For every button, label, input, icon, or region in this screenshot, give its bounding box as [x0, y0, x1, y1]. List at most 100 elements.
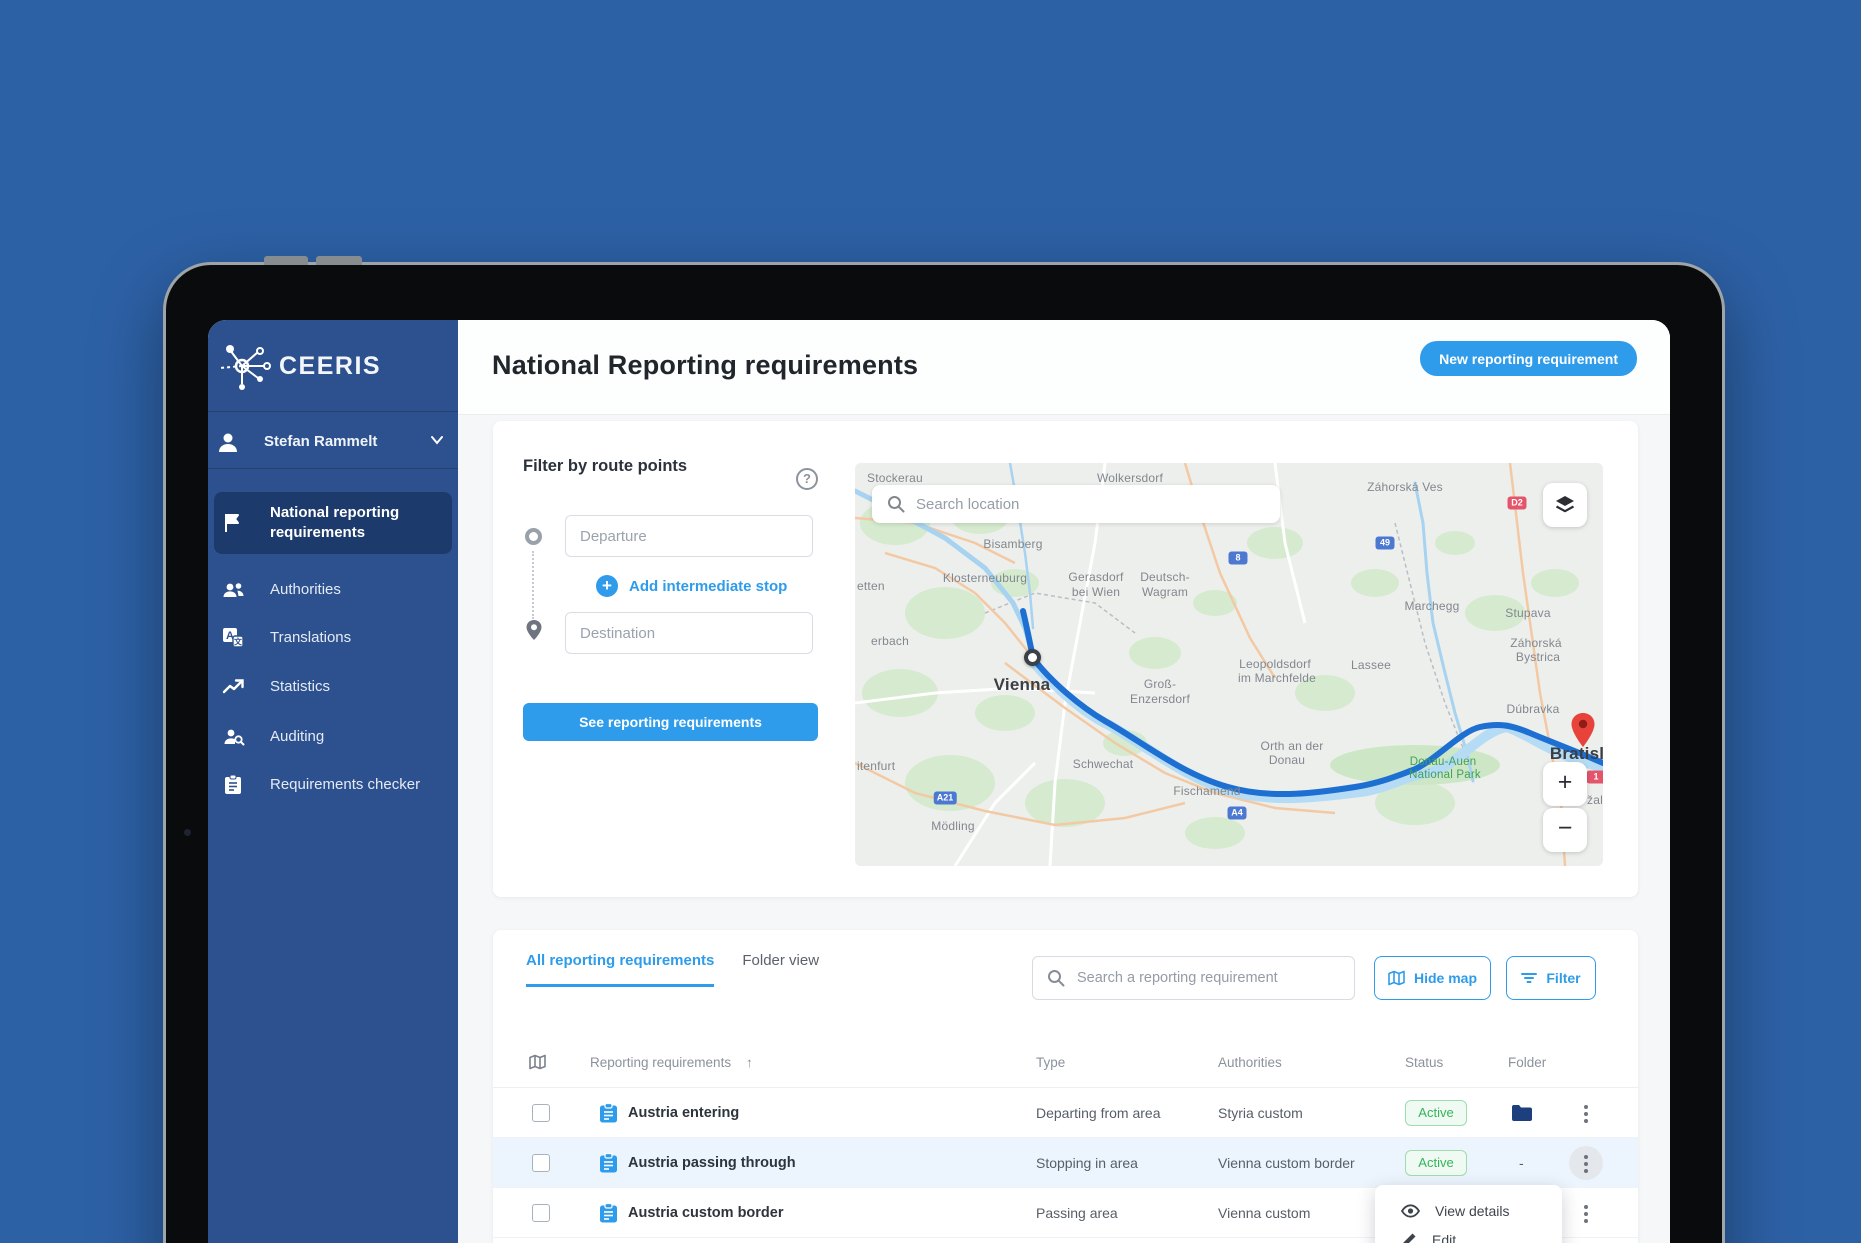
volume-button [264, 256, 308, 265]
translate-icon: A 文 [222, 627, 244, 649]
brand-name: CEERIS [279, 352, 381, 381]
map-search-box[interactable] [872, 485, 1280, 523]
map-label: Orth an der [1261, 739, 1324, 753]
map-label: Fischamend [1173, 784, 1240, 798]
filter-label: Filter [1546, 970, 1580, 986]
menu-item-view-details[interactable]: View details [1375, 1196, 1562, 1225]
new-reporting-requirement-button[interactable]: New reporting requirement [1420, 341, 1637, 376]
filter-button[interactable]: Filter [1506, 956, 1596, 1000]
requirement-icon [599, 1152, 618, 1173]
zoom-in-button[interactable]: + [1543, 762, 1587, 806]
map-label: im Marchfelde [1238, 671, 1316, 685]
requirement-icon [599, 1102, 618, 1123]
map-label: Záhorská [1510, 636, 1562, 650]
ceeris-logo-icon [214, 338, 276, 394]
trend-icon [222, 676, 246, 698]
destination-input[interactable] [565, 612, 813, 654]
map-canvas[interactable]: Stockerau Wolkersdorf Záhorská Ves Bisamber… [855, 463, 1603, 866]
sidebar-item-label: Auditing [270, 728, 324, 745]
hide-map-button[interactable]: Hide map [1374, 956, 1491, 1000]
row-checkbox[interactable] [532, 1154, 550, 1172]
filter-heading: Filter by route points [523, 457, 687, 476]
brand: CEERIS [208, 336, 458, 394]
search-icon [887, 495, 905, 513]
sidebar-item-requirements-checker[interactable]: Requirements checker [214, 765, 452, 805]
map-label: Mödling [931, 819, 974, 833]
map-label: etten [857, 579, 885, 593]
requirement-type: Passing area [1036, 1205, 1118, 1221]
kebab-icon [1584, 1102, 1588, 1126]
row-checkbox[interactable] [532, 1204, 550, 1222]
map-label: Groß- [1144, 677, 1176, 691]
sidebar-item-label: Statistics [270, 678, 330, 695]
departure-point-icon [525, 528, 542, 545]
row-menu-button[interactable] [1569, 1146, 1603, 1180]
sidebar: CEERIS Stefan Rammelt National reporting… [208, 320, 458, 1243]
sidebar-item-auditing[interactable]: Auditing [214, 717, 452, 757]
tab-folder-view[interactable]: Folder view [742, 952, 819, 987]
tab-all-reporting-requirements[interactable]: All reporting requirements [526, 952, 714, 987]
page-title: National Reporting requirements [492, 350, 918, 381]
row-menu-button[interactable] [1569, 1096, 1603, 1130]
sidebar-item-national-reporting[interactable]: National reporting requirements [214, 492, 452, 554]
map-label: Stockerau [867, 471, 923, 485]
requirement-authorities: Vienna custom border [1218, 1155, 1355, 1171]
column-type: Type [1036, 1055, 1065, 1070]
requirement-type: Stopping in area [1036, 1155, 1138, 1171]
zoom-out-button[interactable]: − [1543, 808, 1587, 852]
status-badge: Active [1405, 1150, 1467, 1176]
table-search-input[interactable] [1077, 957, 1345, 999]
column-reporting-requirements[interactable]: Reporting requirements [590, 1055, 731, 1070]
tab-bar: All reporting requirements Folder view [526, 952, 819, 987]
add-intermediate-stop[interactable]: + Add intermediate stop [596, 574, 787, 598]
column-folder: Folder [1508, 1055, 1546, 1070]
sidebar-item-translations[interactable]: A 文 Translations [214, 618, 452, 658]
row-menu-button[interactable] [1569, 1196, 1603, 1230]
map-label: Klosterneuburg [943, 571, 1027, 585]
map-search-input[interactable] [916, 485, 1266, 523]
map-label: Gerasdorf [1068, 570, 1123, 584]
main-content: National Reporting requirements New repo… [458, 320, 1670, 1243]
chevron-down-icon [430, 435, 444, 445]
hide-map-label: Hide map [1414, 970, 1477, 986]
table-search-box[interactable] [1032, 956, 1355, 1000]
help-icon[interactable]: ? [796, 468, 818, 490]
table-row[interactable]: Austria passing through Stopping in area… [493, 1138, 1638, 1188]
folder-icon[interactable] [1511, 1104, 1533, 1122]
add-stop-label: Add intermediate stop [629, 578, 787, 595]
table-row[interactable]: Austria entering Departing from area Sty… [493, 1088, 1638, 1138]
svg-text:文: 文 [234, 637, 243, 647]
route-origin-marker [1024, 649, 1041, 666]
sidebar-item-authorities[interactable]: Authorities [214, 570, 452, 610]
requirement-type: Departing from area [1036, 1105, 1161, 1121]
pencil-icon [1401, 1232, 1417, 1243]
sidebar-item-statistics[interactable]: Statistics [214, 667, 452, 707]
volume-button [316, 256, 362, 265]
map-label: Wolkersdorf [1097, 471, 1163, 485]
sort-arrow-icon[interactable]: ↑ [746, 1055, 753, 1070]
user-menu[interactable]: Stefan Rammelt [208, 420, 458, 464]
road-badge: A21 [934, 792, 957, 805]
menu-item-edit[interactable]: Edit [1375, 1225, 1562, 1243]
departure-input[interactable] [565, 515, 813, 557]
requirement-authorities: Styria custom [1218, 1105, 1303, 1121]
sidebar-item-label: Translations [270, 629, 351, 646]
flag-icon [222, 512, 244, 534]
road-badge: 8 [1229, 552, 1248, 565]
map-label: Dúbravka [1507, 702, 1560, 716]
status-badge: Active [1405, 1100, 1467, 1126]
plus-icon: + [596, 575, 618, 597]
map-label: Záhorská Ves [1367, 480, 1443, 494]
map-label: Donau [1269, 753, 1305, 767]
map-layers-button[interactable] [1543, 483, 1587, 527]
row-checkbox[interactable] [532, 1104, 550, 1122]
kebab-icon [1584, 1152, 1588, 1176]
see-reporting-requirements-button[interactable]: See reporting requirements [523, 703, 818, 741]
map-label: Bystrica [1516, 650, 1560, 664]
clipboard-icon [222, 774, 244, 796]
map-label: Bisamberg [983, 537, 1042, 551]
map-label: Stupava [1505, 606, 1550, 620]
table-header: Reporting requirements ↑ Type Authoritie… [493, 1040, 1638, 1088]
destination-map-pin [1567, 711, 1599, 751]
people-icon [222, 579, 246, 601]
